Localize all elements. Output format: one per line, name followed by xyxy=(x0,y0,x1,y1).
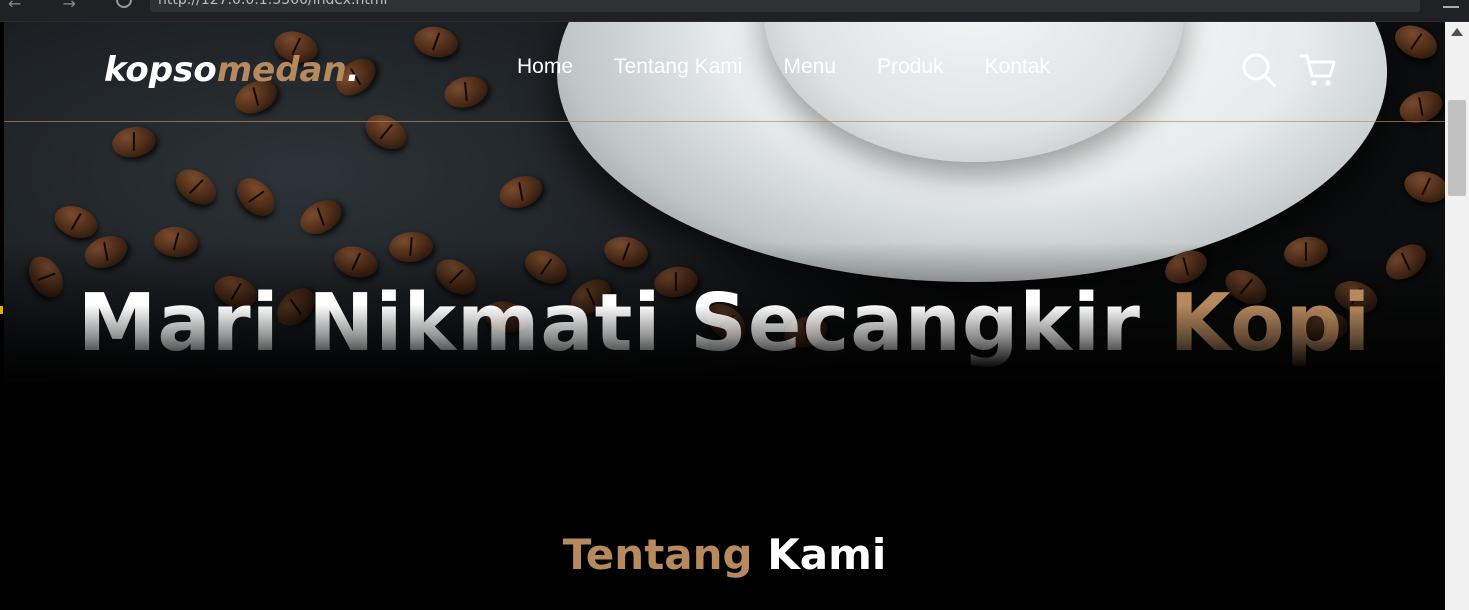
nav-item-produk[interactable]: Produk xyxy=(877,55,944,79)
navbar: kopsomedan. Home Tentang Kami Menu Produ… xyxy=(4,22,1445,122)
nav-item-kontak[interactable]: Kontak xyxy=(985,55,1050,79)
page-viewport: kopsomedan. Home Tentang Kami Menu Produ… xyxy=(4,22,1445,610)
logo[interactable]: kopsomedan. xyxy=(104,50,360,90)
nav-icons xyxy=(1241,52,1337,88)
search-icon[interactable] xyxy=(1241,52,1277,88)
about-section-title: Tentang Kami xyxy=(562,530,887,579)
nav-item-menu[interactable]: Menu xyxy=(783,55,836,79)
hero-title: Mari Nikmati Secangkir Kopi xyxy=(77,277,1372,369)
edge-marker xyxy=(0,306,3,314)
nav-item-home[interactable]: Home xyxy=(517,55,573,79)
nav-menu: Home Tentang Kami Menu Produk Kontak xyxy=(517,55,1050,79)
address-bar[interactable]: http://127.0.0.1:5500/index.html xyxy=(150,0,1420,12)
back-forward-icon[interactable]: ← → xyxy=(8,0,94,13)
site-info-icon[interactable] xyxy=(116,0,132,8)
shopping-cart-icon[interactable] xyxy=(1299,52,1337,88)
nav-item-tentang-kami[interactable]: Tentang Kami xyxy=(614,55,742,79)
browser-menu-icon[interactable] xyxy=(1443,0,1459,8)
browser-toolbar: ← → http://127.0.0.1:5500/index.html xyxy=(0,0,1469,22)
page-scrollbar[interactable] xyxy=(1445,22,1469,610)
scroll-up-icon[interactable] xyxy=(1451,28,1463,36)
scrollbar-thumb[interactable] xyxy=(1448,100,1466,196)
